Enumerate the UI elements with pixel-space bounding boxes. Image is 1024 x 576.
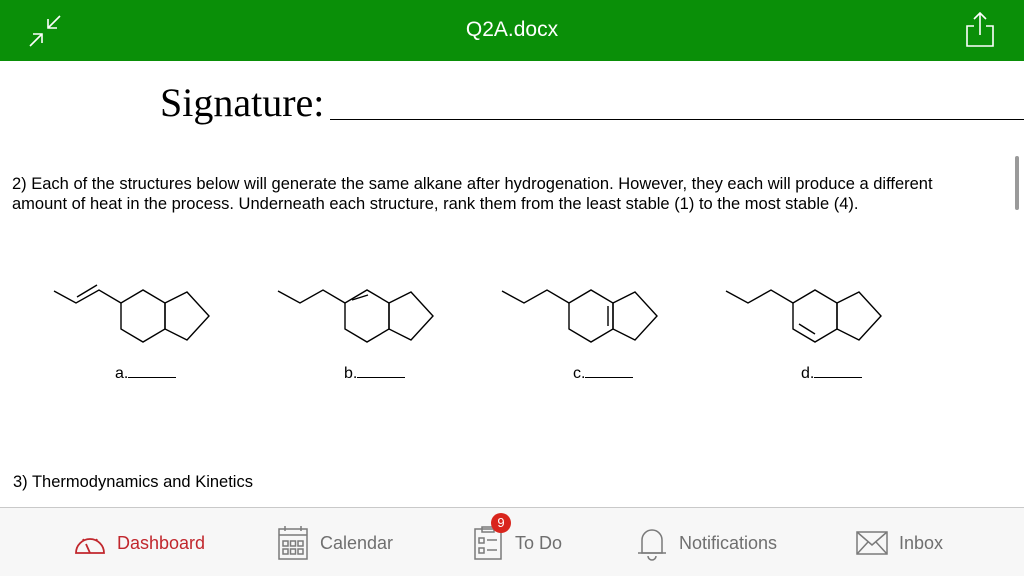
answer-d-label: d. — [801, 365, 815, 382]
answer-a: a. — [115, 364, 177, 383]
document-viewer[interactable]: Signature: 2) Each of the structures bel… — [0, 61, 1024, 507]
signature-label: Signature: — [160, 80, 325, 125]
tab-calendar[interactable]: Calendar — [275, 525, 393, 561]
tab-inbox-label: Inbox — [899, 532, 944, 553]
answer-c-label: c. — [573, 365, 586, 382]
inbox-icon — [854, 525, 890, 561]
answer-b-label: b. — [344, 365, 358, 382]
tab-inbox[interactable]: Inbox — [854, 525, 943, 561]
tab-notifications[interactable]: Notifications — [634, 525, 777, 561]
answer-d: d. — [801, 364, 863, 383]
tab-todo[interactable]: 9 To Do — [470, 513, 563, 561]
calendar-icon — [275, 525, 311, 561]
tab-todo-label: To Do — [515, 532, 563, 553]
todo-icon: 9 — [470, 513, 511, 561]
top-bar: Q2A.docx — [0, 0, 1024, 61]
bottom-tab-bar: Dashboard Calendar 9 To Do Notifications… — [0, 507, 1024, 576]
tab-dashboard-label: Dashboard — [117, 532, 206, 553]
answer-a-blank — [128, 364, 177, 378]
bell-icon — [634, 525, 670, 561]
answer-b-blank — [357, 364, 406, 378]
structure-d — [720, 273, 900, 363]
question-2-text: 2) Each of the structures below will gen… — [12, 175, 933, 213]
document-title: Q2A.docx — [465, 18, 559, 41]
answer-c: c. — [573, 364, 634, 383]
answer-c-blank — [585, 364, 634, 378]
structure-a — [48, 273, 228, 363]
tab-dashboard[interactable]: Dashboard — [72, 525, 205, 561]
structure-b — [272, 273, 452, 363]
answer-a-label: a. — [115, 365, 129, 382]
question-3-heading: 3) Thermodynamics and Kinetics — [13, 473, 253, 491]
signature-line — [330, 119, 1024, 120]
todo-count-badge: 9 — [491, 513, 511, 533]
dashboard-icon — [72, 525, 108, 561]
share-icon[interactable] — [962, 10, 998, 50]
document-scrollbar[interactable] — [1015, 156, 1019, 210]
tab-calendar-label: Calendar — [320, 532, 394, 553]
answer-b: b. — [344, 364, 406, 383]
answer-d-blank — [814, 364, 863, 378]
tab-notifications-label: Notifications — [679, 532, 778, 553]
structure-c — [496, 273, 676, 363]
